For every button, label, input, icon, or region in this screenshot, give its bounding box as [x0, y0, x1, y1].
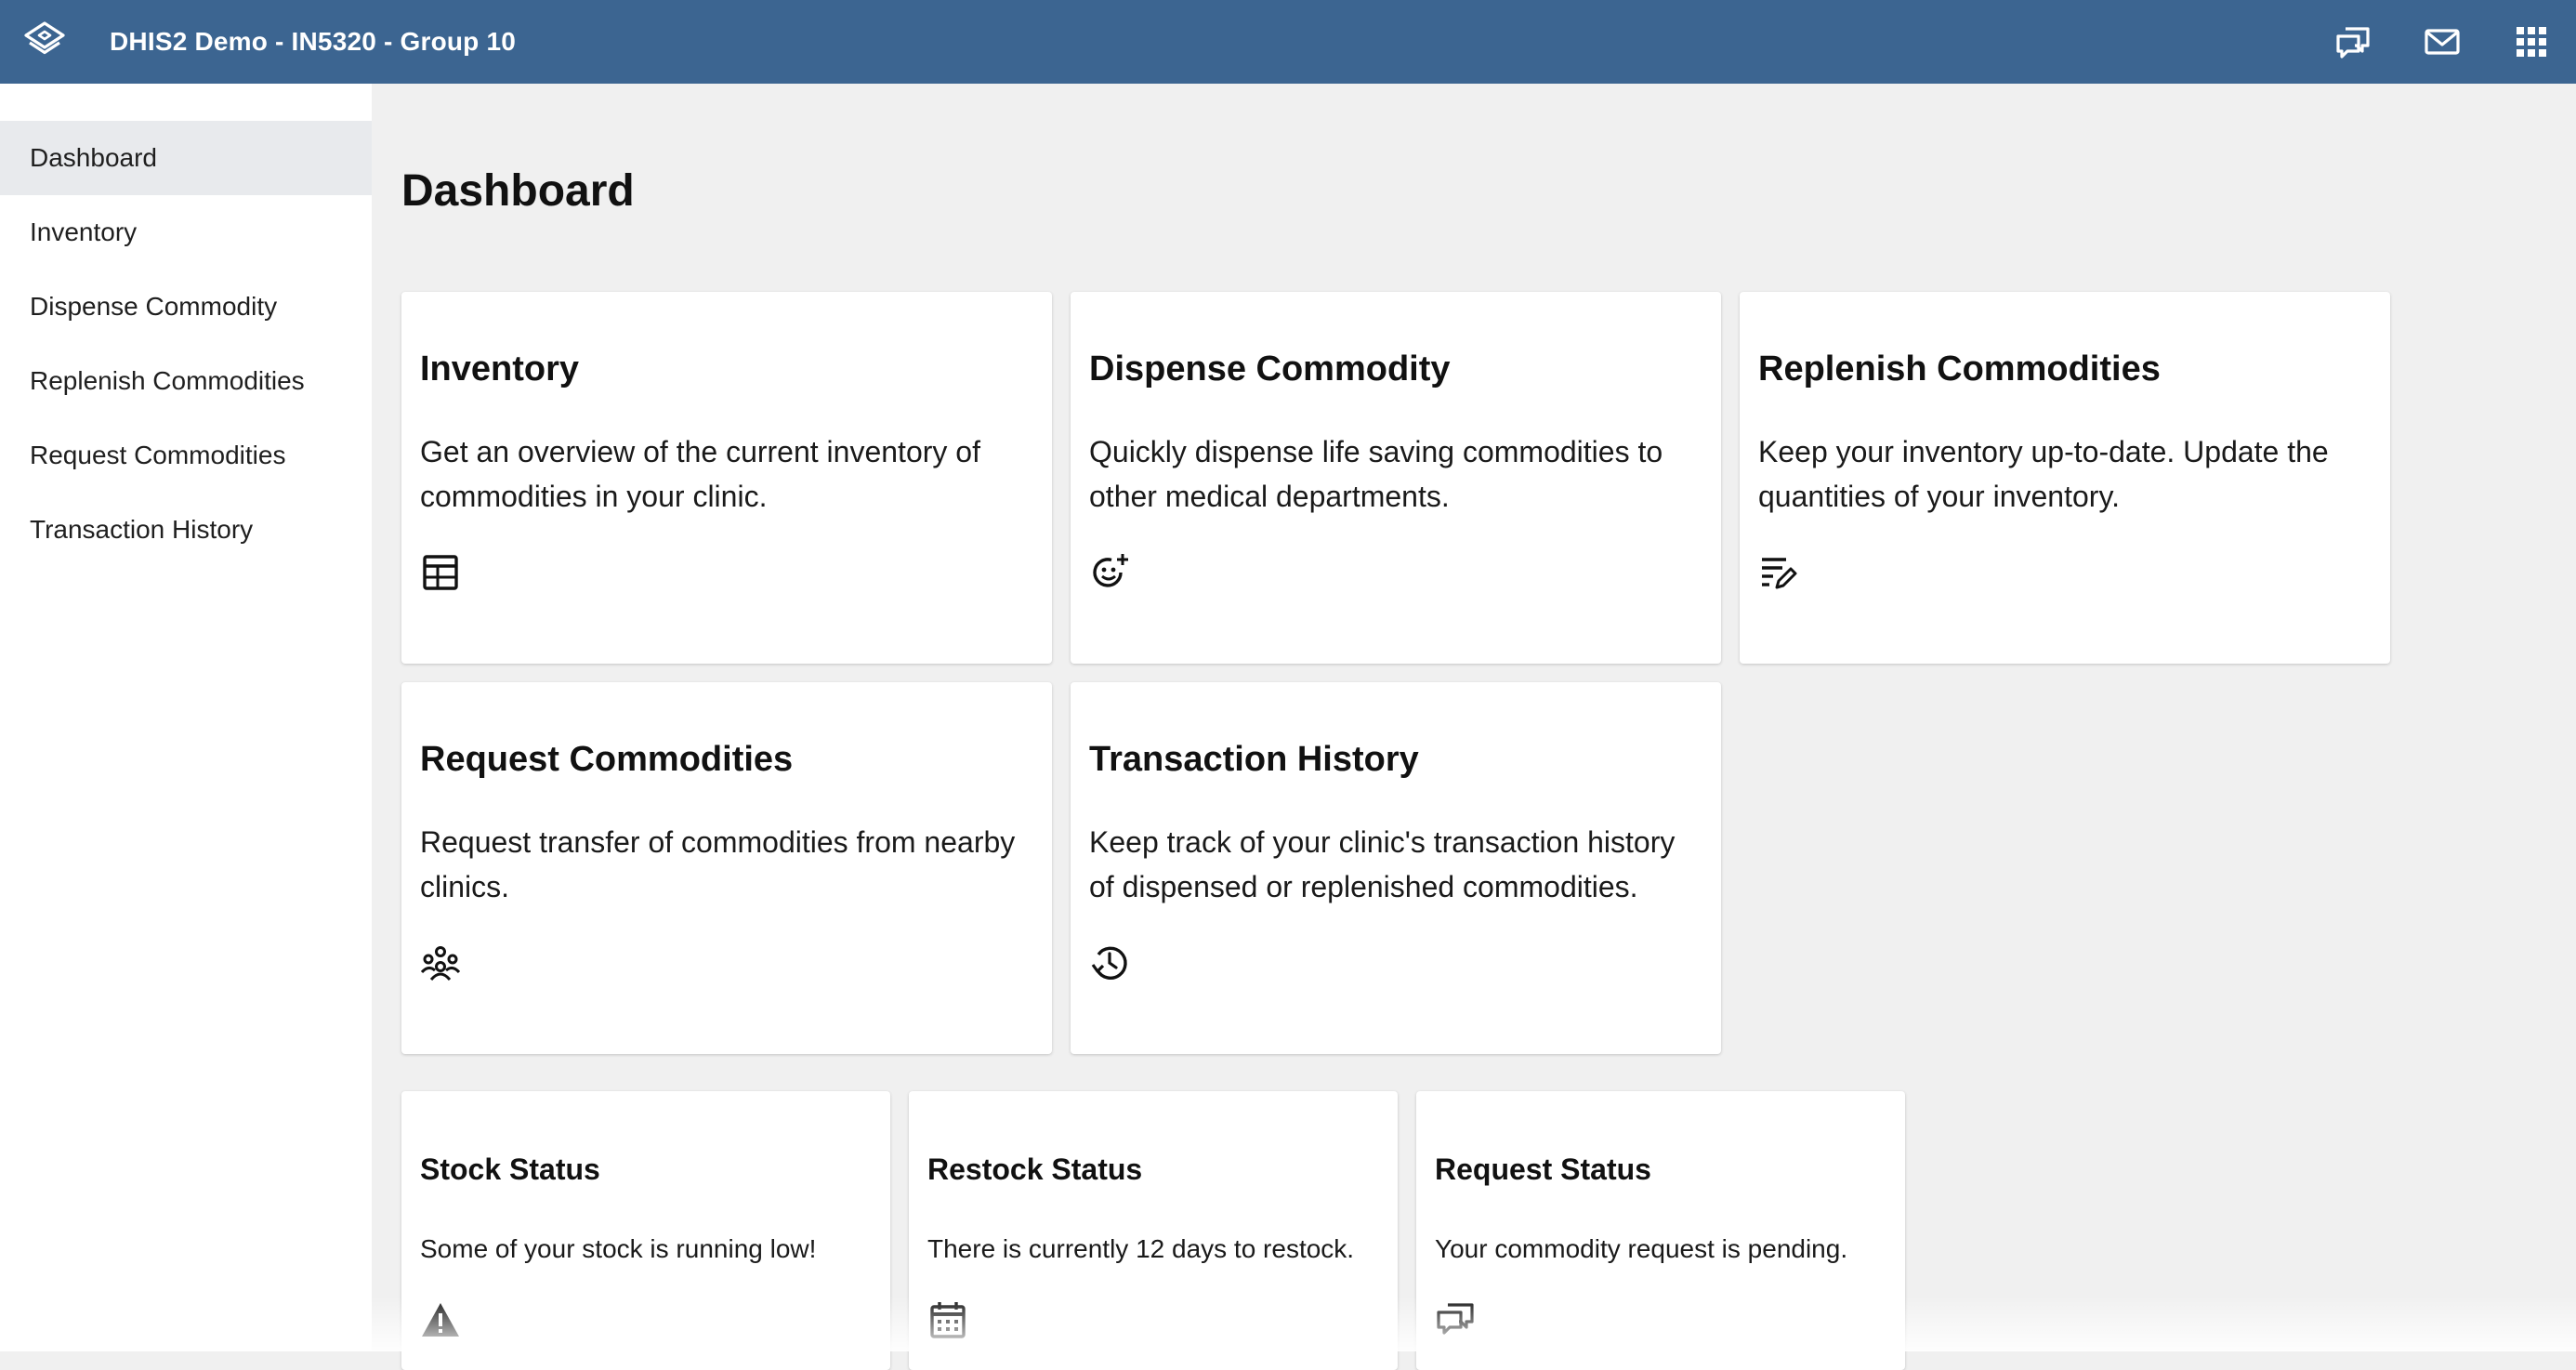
- calendar-icon: [927, 1299, 968, 1340]
- card-title: Stock Status: [420, 1153, 600, 1187]
- card-title: Transaction History: [1089, 740, 1419, 780]
- sidebar-item-inventory[interactable]: Inventory: [0, 195, 372, 270]
- card-title: Dispense Commodity: [1089, 349, 1451, 389]
- card-description: Keep your inventory up-to-date. Update t…: [1758, 429, 2368, 519]
- chat-bubbles-icon: [1435, 1299, 1476, 1340]
- sidebar-menu: Dashboard Inventory Dispense Commodity R…: [0, 121, 372, 567]
- dhis2-logo-icon[interactable]: [20, 18, 69, 66]
- sidebar-item-dashboard[interactable]: Dashboard: [0, 121, 372, 195]
- card-description: Quickly dispense life saving commodities…: [1089, 429, 1699, 519]
- request-commodities-card[interactable]: Request Commodities Request transfer of …: [401, 682, 1052, 1054]
- sidebar-item-transaction-history[interactable]: Transaction History: [0, 493, 372, 567]
- list-edit-icon: [1758, 552, 1799, 593]
- card-title: Inventory: [420, 349, 579, 389]
- card-description: There is currently 12 days to restock.: [927, 1234, 1354, 1264]
- page-title: Dashboard: [401, 165, 635, 217]
- card-title: Replenish Commodities: [1758, 349, 2161, 389]
- inventory-card[interactable]: Inventory Get an overview of the current…: [401, 292, 1052, 664]
- warning-icon: [420, 1299, 461, 1340]
- history-clock-icon: [1089, 942, 1130, 983]
- restock-status-card: Restock Status There is currently 12 day…: [909, 1091, 1398, 1370]
- dispense-commodity-card[interactable]: Dispense Commodity Quickly dispense life…: [1071, 292, 1721, 664]
- card-title: Request Commodities: [420, 740, 793, 780]
- people-group-icon: [420, 942, 461, 983]
- main-content: Dashboard Inventory Get an overview of t…: [372, 84, 2576, 1351]
- sidebar-item-request-commodities[interactable]: Request Commodities: [0, 418, 372, 493]
- stock-status-card: Stock Status Some of your stock is runni…: [401, 1091, 890, 1370]
- apps-grid-icon[interactable]: [2487, 0, 2576, 84]
- request-status-card: Request Status Your commodity request is…: [1416, 1091, 1905, 1370]
- card-description: Request transfer of commodities from nea…: [420, 820, 1030, 909]
- messages-icon[interactable]: [2398, 0, 2487, 84]
- sidebar-item-replenish-commodities[interactable]: Replenish Commodities: [0, 344, 372, 418]
- top-header-bar: DHIS2 Demo - IN5320 - Group 10: [0, 0, 2576, 84]
- table-icon: [420, 552, 461, 593]
- transaction-history-card[interactable]: Transaction History Keep track of your c…: [1071, 682, 1721, 1054]
- interpretations-icon[interactable]: [2308, 0, 2398, 84]
- sidebar: Dashboard Inventory Dispense Commodity R…: [0, 84, 372, 1351]
- replenish-commodities-card[interactable]: Replenish Commodities Keep your inventor…: [1740, 292, 2390, 664]
- sidebar-item-dispense-commodity[interactable]: Dispense Commodity: [0, 270, 372, 344]
- card-description: Get an overview of the current inventory…: [420, 429, 1030, 519]
- card-description: Keep track of your clinic's transaction …: [1089, 820, 1699, 909]
- card-description: Your commodity request is pending.: [1435, 1234, 1847, 1264]
- card-title: Restock Status: [927, 1153, 1142, 1187]
- app-title: DHIS2 Demo - IN5320 - Group 10: [110, 27, 516, 57]
- card-description: Some of your stock is running low!: [420, 1234, 816, 1264]
- smiley-plus-icon: [1089, 552, 1130, 593]
- card-title: Request Status: [1435, 1153, 1651, 1187]
